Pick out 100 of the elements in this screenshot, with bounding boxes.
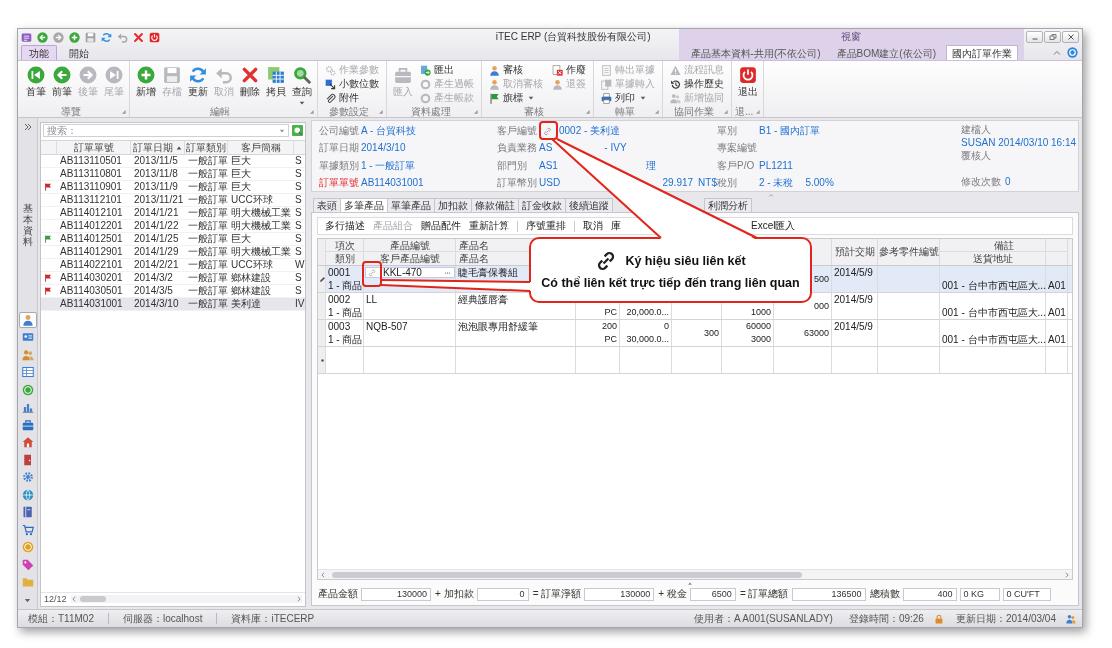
column-header[interactable]: 產品編號 bbox=[390, 239, 430, 252]
column-header[interactable]: 訂單單號 bbox=[57, 141, 131, 154]
ribbon-button[interactable]: 前筆 bbox=[49, 63, 74, 106]
document-tab[interactable]: 國內訂單作業 bbox=[946, 45, 1018, 60]
table-row[interactable]: AB114012901 2014/1/29 一般訂單 明大機械工業 S bbox=[41, 246, 305, 259]
close-button[interactable] bbox=[1062, 31, 1079, 43]
column-header[interactable]: 訂單日期 bbox=[131, 141, 185, 154]
corner-arrow-icon[interactable] bbox=[309, 109, 314, 114]
document-tab[interactable]: 產品BOM建立(依公司) bbox=[830, 45, 942, 60]
table-row[interactable]: AB113110501 2013/11/5 一般訂單 巨大 S bbox=[41, 155, 305, 168]
toolbar-button[interactable]: Excel匯入 bbox=[747, 218, 800, 234]
column-header[interactable]: 預計交期 bbox=[835, 246, 875, 258]
ribbon-button[interactable]: 新增 bbox=[133, 63, 158, 106]
ribbon-button[interactable]: 匯出 bbox=[418, 63, 476, 77]
minimize-button[interactable] bbox=[1026, 31, 1043, 43]
search-button[interactable] bbox=[292, 125, 303, 136]
scrollbar-thumb[interactable] bbox=[332, 571, 802, 578]
cell-editor[interactable]: KKL-470 bbox=[365, 267, 455, 278]
search-field[interactable]: 搜索： bbox=[43, 124, 289, 137]
ribbon-button[interactable]: 作廢 bbox=[550, 63, 588, 77]
ribbon-button[interactable]: 旗標 bbox=[487, 91, 545, 105]
tab[interactable]: 加扣款 bbox=[434, 198, 472, 212]
chevron-right-icon[interactable] bbox=[296, 596, 302, 602]
ribbon-tab[interactable]: 開始 bbox=[61, 45, 97, 60]
column-header[interactable]: 備註 bbox=[994, 239, 1014, 252]
table-row[interactable]: AB113112101 2013/11/21 一般訂單 UCC环球 S bbox=[41, 194, 305, 207]
document-tab[interactable]: 產品基本資料-共用(不依公司) bbox=[684, 45, 827, 60]
table-row[interactable]: AB114031001 2014/3/10 一般訂單 美利達 IV bbox=[41, 298, 305, 311]
field-value[interactable]: 0002 - 美利達 bbox=[559, 125, 621, 137]
x-mark-icon[interactable] bbox=[133, 31, 144, 43]
table-row[interactable]: AB113110801 2013/11/8 一般訂單 巨大 S bbox=[41, 168, 305, 181]
amount-field[interactable]: 400 bbox=[902, 587, 957, 601]
amount-field[interactable]: 0 bbox=[476, 587, 529, 601]
scrollbar-thumb[interactable] bbox=[79, 596, 106, 602]
chevron-up-icon[interactable] bbox=[768, 192, 774, 198]
ribbon-button[interactable]: 附件 bbox=[323, 91, 381, 105]
column-header[interactable]: 參考零件編號 bbox=[879, 246, 939, 258]
table-row[interactable]: AB114012101 2014/1/21 一般訂單 明大機械工業 S bbox=[41, 207, 305, 220]
arrow-left-icon[interactable] bbox=[37, 31, 48, 43]
table-row[interactable]: AB114022101 2014/2/21 一般訂單 UCC环球 W bbox=[41, 259, 305, 272]
restore-button[interactable] bbox=[1044, 31, 1061, 43]
ribbon-button[interactable]: 更新 bbox=[185, 63, 210, 106]
table-row[interactable]: AB114012501 2014/1/25 一般訂單 巨大 S bbox=[41, 233, 305, 246]
refresh-icon[interactable] bbox=[101, 31, 112, 43]
ribbon-tab[interactable]: 功能 bbox=[21, 45, 57, 60]
toolbar-button[interactable]: 序號重排 bbox=[522, 218, 570, 234]
column-header[interactable]: 訂單類別 bbox=[185, 141, 228, 154]
chevron-left-icon[interactable] bbox=[70, 596, 77, 602]
toolbar-button[interactable]: 贈品配件 bbox=[417, 218, 465, 234]
toolbar-button[interactable]: 庫 bbox=[607, 218, 625, 234]
arrow-right-icon[interactable] bbox=[53, 31, 64, 43]
plus-circle-icon[interactable] bbox=[69, 31, 80, 43]
amount-field[interactable]: 136500 bbox=[791, 587, 866, 601]
corner-arrow-icon[interactable] bbox=[585, 109, 590, 114]
tab[interactable]: 單筆產品 bbox=[387, 198, 435, 212]
chevron-right-icon[interactable] bbox=[1064, 571, 1070, 578]
corner-arrow-icon[interactable] bbox=[755, 109, 761, 114]
ribbon-button[interactable]: 審核 bbox=[487, 63, 545, 77]
amount-field[interactable]: 130000 bbox=[584, 587, 655, 601]
tab[interactable]: 利潤分析 bbox=[704, 198, 752, 212]
column-header[interactable]: 類別 bbox=[335, 252, 355, 265]
ribbon-button[interactable]: 查詢 bbox=[289, 63, 314, 106]
amount-field[interactable]: 0 KG bbox=[959, 587, 1000, 601]
table-row[interactable]: AB114012201 2014/1/22 一般訂單 明大機械工業 S bbox=[41, 220, 305, 233]
power-button-icon[interactable] bbox=[149, 31, 160, 43]
column-header[interactable]: 產品名 bbox=[459, 239, 489, 252]
tab[interactable]: 後續追蹤 bbox=[565, 198, 613, 212]
double-chevron-icon[interactable] bbox=[23, 123, 32, 131]
amount-field[interactable]: 6500 bbox=[689, 587, 736, 601]
column-header[interactable]: 項次 bbox=[335, 239, 355, 252]
tab[interactable]: 多筆產品 bbox=[340, 198, 388, 212]
corner-arrow-icon[interactable] bbox=[473, 109, 478, 114]
ribbon-button[interactable]: 刪除 bbox=[237, 63, 262, 106]
corner-arrow-icon[interactable] bbox=[121, 109, 126, 114]
table-row[interactable]: AB114030201 2014/3/2 一般訂單 鄉林建設 S bbox=[41, 272, 305, 285]
column-header[interactable]: 產品名 bbox=[459, 252, 489, 265]
toolbar-button[interactable]: 多行描述 bbox=[321, 218, 369, 234]
amount-field[interactable]: 130000 bbox=[361, 587, 431, 601]
toolbar-button[interactable]: 重新計算 bbox=[465, 218, 513, 234]
toolbar-button[interactable]: 取消 bbox=[579, 218, 607, 234]
tab[interactable]: 表頭 bbox=[313, 198, 341, 212]
column-header[interactable]: 客戶簡稱 bbox=[228, 141, 294, 154]
corner-arrow-icon[interactable] bbox=[378, 109, 383, 114]
amount-field[interactable]: 0 CU'FT bbox=[1002, 587, 1051, 601]
caret-icon[interactable] bbox=[24, 597, 31, 604]
corner-arrow-icon[interactable] bbox=[654, 109, 659, 114]
grid-row[interactable]: 0003 1 - 商品 NQB-507 泡泡眼專用舒緩筆 200 PC 0 30,000.0... 300 60000 3000 63000 2014/5/9 001 - 台中市西屯區大... A01 bbox=[318, 320, 1072, 347]
ribbon-button[interactable]: 操作歷史 bbox=[668, 77, 726, 91]
tab[interactable]: 訂金收款 bbox=[518, 198, 566, 212]
column-header[interactable]: 客戶產品編號 bbox=[380, 252, 440, 265]
chevron-left-icon[interactable] bbox=[320, 571, 326, 578]
chevron-up-icon[interactable] bbox=[1053, 48, 1061, 57]
ribbon-button[interactable]: 首筆 bbox=[23, 63, 48, 106]
chain-link-icon[interactable] bbox=[543, 126, 552, 136]
nav-button[interactable] bbox=[18, 311, 37, 328]
corner-arrow-icon[interactable] bbox=[723, 109, 728, 114]
ribbon-button[interactable]: 小數位數 bbox=[323, 77, 381, 91]
ellipsis-button[interactable] bbox=[443, 269, 452, 276]
app-logo-icon[interactable] bbox=[21, 31, 32, 43]
people-icon[interactable] bbox=[1066, 613, 1076, 624]
